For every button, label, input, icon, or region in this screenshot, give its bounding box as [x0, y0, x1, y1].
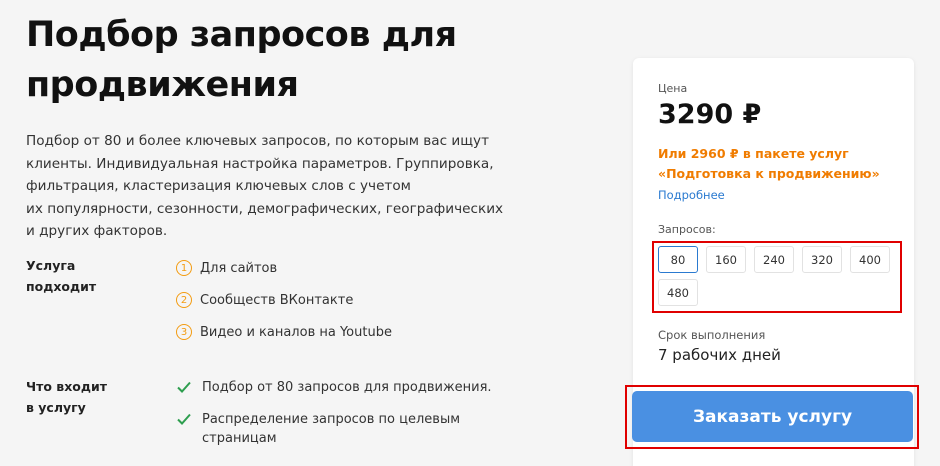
request-option-80[interactable]: 80 [658, 246, 698, 273]
suit-item-label: Для сайтов [200, 260, 278, 276]
page-title: Подбор запросов для продвижения [26, 15, 457, 105]
request-option-160[interactable]: 160 [706, 246, 746, 273]
number-3-icon: 3 [176, 324, 192, 340]
more-link[interactable]: Подробнее [658, 188, 725, 202]
include-item: Распределение запросов по целевым страни… [176, 410, 492, 449]
package-offer: Или 2960 ₽ в пакете услуг «Подготовка к … [658, 146, 880, 181]
number-2-icon: 2 [176, 292, 192, 308]
requests-label: Запросов: [658, 223, 716, 236]
suit-item-label: Видео и каналов на Youtube [200, 324, 392, 340]
deadline-value: 7 рабочих дней [658, 346, 781, 364]
deadline-label: Срок выполнения [658, 328, 766, 342]
suit-item-sites: 1 Для сайтов [176, 252, 392, 284]
include-item-label: Подбор от 80 запросов для продвижения. [202, 380, 492, 395]
suit-item-youtube: 3 Видео и каналов на Youtube [176, 316, 392, 348]
suits-label: Услуга подходит [26, 258, 97, 294]
service-description: Подбор от 80 и более ключевых запросов, … [26, 133, 504, 239]
order-service-button[interactable]: Заказать услугу [632, 391, 913, 442]
request-option-480[interactable]: 480 [658, 279, 698, 306]
check-icon [177, 381, 191, 393]
includes-section: Что входит в услугу Подбор от 80 запросо… [26, 376, 586, 461]
suit-item-vk: 2 Сообществ ВКонтакте [176, 284, 392, 316]
suits-section: Услуга подходит 1 Для сайтов 2 Сообществ… [26, 255, 586, 348]
request-option-240[interactable]: 240 [754, 246, 794, 273]
suit-item-label: Сообществ ВКонтакте [200, 292, 354, 308]
number-1-icon: 1 [176, 260, 192, 276]
request-option-400[interactable]: 400 [850, 246, 890, 273]
includes-label: Что входит в услугу [26, 379, 107, 415]
main-content: Подбор запросов для продвижения Подбор о… [26, 10, 586, 243]
include-item-label: Распределение запросов по целевым страни… [202, 411, 461, 447]
price-label: Цена [658, 82, 688, 95]
requests-options: 80 160 240 320 400 480 [658, 246, 898, 306]
check-icon [177, 413, 191, 425]
request-option-320[interactable]: 320 [802, 246, 842, 273]
include-item: Подбор от 80 запросов для продвижения. [176, 378, 492, 398]
price-value: 3290 ₽ [658, 99, 762, 130]
